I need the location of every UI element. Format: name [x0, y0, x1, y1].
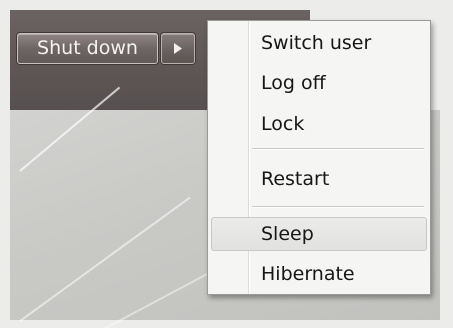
shut-down-button[interactable]: Shut down — [17, 33, 158, 64]
menu-item-hibernate[interactable]: Hibernate — [211, 257, 427, 291]
menu-item-lock[interactable]: Lock — [211, 107, 427, 141]
menu-item-switch-user[interactable]: Switch user — [211, 26, 427, 60]
shut-down-options-button[interactable] — [161, 33, 195, 64]
menu-item-sleep[interactable]: Sleep — [211, 217, 427, 251]
shut-down-options-menu: Switch user Log off Lock Restart Sleep H… — [207, 20, 431, 295]
menu-item-restart[interactable]: Restart — [211, 162, 427, 196]
menu-item-log-off[interactable]: Log off — [211, 66, 427, 100]
triangle-right-icon — [174, 43, 182, 54]
menu-icon-gutter — [248, 21, 250, 294]
menu-separator — [252, 148, 424, 150]
menu-separator — [252, 206, 424, 208]
screen: Shut down Switch user Log off Lock Resta… — [0, 0, 453, 328]
